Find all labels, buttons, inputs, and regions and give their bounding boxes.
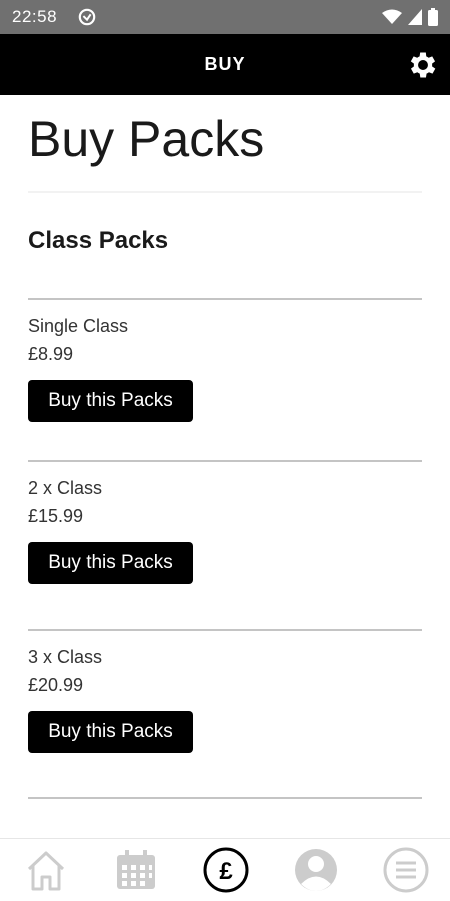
pack-name: 2 x Class <box>28 478 103 498</box>
pack-name: 3 x Class <box>28 647 103 667</box>
pack-name: Single Class <box>28 316 129 336</box>
pound-icon[interactable]: £ <box>201 847 251 893</box>
battery-icon <box>428 8 438 26</box>
pack-price: £15.99 <box>28 506 84 526</box>
page-title: Buy Packs <box>28 111 265 167</box>
app-bar: BUY <box>0 34 450 95</box>
section-title: Class Packs <box>28 227 169 254</box>
signal-icon <box>408 9 422 25</box>
app-bar-title: BUY <box>204 54 246 74</box>
menu-icon[interactable] <box>381 847 431 893</box>
gear-icon[interactable] <box>406 48 440 82</box>
title-divider <box>28 191 422 193</box>
svg-text:£: £ <box>219 858 233 885</box>
main-content: Buy Packs Class Packs Single Class £8.99… <box>0 95 450 838</box>
bottom-nav: £ <box>0 838 450 901</box>
sync-icon <box>78 8 96 26</box>
wifi-icon <box>382 9 402 24</box>
home-icon[interactable] <box>21 847 71 893</box>
status-icons <box>382 6 438 28</box>
pack-divider <box>28 460 422 462</box>
pack-price: £8.99 <box>28 344 74 364</box>
profile-icon[interactable] <box>291 847 341 893</box>
pack-price: £20.99 <box>28 675 84 695</box>
buy-pack-button[interactable]: Buy this Packs <box>28 380 193 422</box>
calendar-icon[interactable] <box>111 847 161 893</box>
buy-pack-button[interactable]: Buy this Packs <box>28 711 193 753</box>
status-time: 22:58 <box>12 7 58 26</box>
pack-divider <box>28 629 422 631</box>
buy-pack-button[interactable]: Buy this Packs <box>28 542 193 584</box>
list-end-divider <box>28 797 422 799</box>
pack-divider <box>28 298 422 300</box>
status-bar: 22:58 <box>0 0 450 34</box>
